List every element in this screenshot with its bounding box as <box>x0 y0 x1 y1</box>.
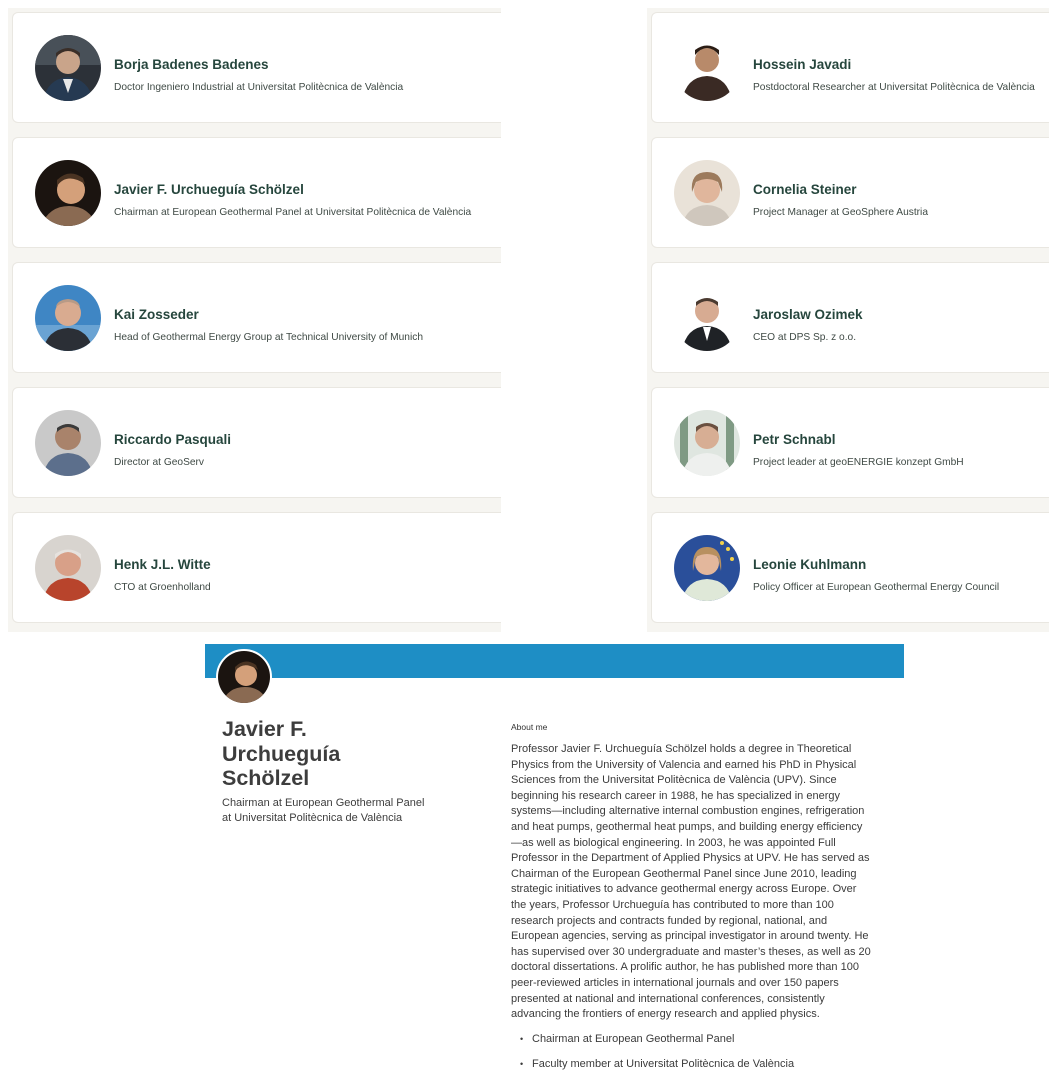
person-photo-icon <box>674 160 740 226</box>
speaker-name[interactable]: Hossein Javadi <box>753 57 851 72</box>
about-text: Professor Javier F. Urchueguía Schölzel … <box>511 742 906 1023</box>
speaker-list-right: Hossein Javadi Postdoctoral Researcher a… <box>647 8 1049 632</box>
speaker-role: Policy Officer at European Geothermal En… <box>753 582 1000 593</box>
about-line: strategic initiatives to advance geother… <box>511 883 857 896</box>
speaker-card[interactable]: Cornelia Steiner Project Manager at GeoS… <box>651 137 1049 248</box>
about-line: presented at national and international … <box>511 992 825 1005</box>
about-line: European agencies, serving as principal … <box>511 930 869 943</box>
affiliation-item: Chairman at European Geothermal Panel <box>520 1033 734 1045</box>
speaker-name[interactable]: Petr Schnabl <box>753 432 836 447</box>
person-photo-icon <box>35 35 101 101</box>
speaker-role: Chairman at European Geothermal Panel at… <box>114 207 472 218</box>
profile-name-line: Urchueguía <box>222 741 341 766</box>
speaker-card[interactable]: Leonie Kuhlmann Policy Officer at Europe… <box>651 512 1049 623</box>
speaker-card[interactable]: Javier F. Urchueguía Schölzel Chairman a… <box>12 137 501 248</box>
profile-header-banner <box>205 644 904 678</box>
speaker-name[interactable]: Henk J.L. Witte <box>114 557 211 572</box>
speaker-card[interactable]: Borja Badenes Badenes Doctor Ingeniero I… <box>12 12 501 123</box>
about-line: and heat pumps, geothermal heat pumps, a… <box>511 820 863 833</box>
about-heading: About me <box>511 722 548 732</box>
speaker-card[interactable]: Kai Zosseder Head of Geothermal Energy G… <box>12 262 501 373</box>
person-photo-icon <box>35 535 101 601</box>
speaker-name[interactable]: Borja Badenes Badenes <box>114 57 269 72</box>
profile-name-line: Javier F. <box>222 717 307 741</box>
speaker-role: CTO at Groenholland <box>114 582 211 593</box>
about-line: Chairman of the European Geothermal Pane… <box>511 867 857 880</box>
about-line: Sciences from the Universitat Politècnic… <box>511 774 837 787</box>
about-line: research projects and contracts funded b… <box>511 914 828 927</box>
speaker-role: Postdoctoral Researcher at Universitat P… <box>753 82 1035 93</box>
about-line: advancing the frontiers of energy resear… <box>511 1008 820 1021</box>
about-line: doctoral dissertations. A prolific autho… <box>511 961 859 974</box>
speaker-card[interactable]: Henk J.L. Witte CTO at Groenholland <box>12 512 501 623</box>
speaker-card[interactable]: Hossein Javadi Postdoctoral Researcher a… <box>651 12 1049 123</box>
speaker-name[interactable]: Javier F. Urchueguía Schölzel <box>114 182 304 197</box>
speaker-name[interactable]: Kai Zosseder <box>114 307 199 322</box>
about-line: Physics from the University of Valencia … <box>511 758 857 771</box>
profile-role: Chairman at European Geothermal Panel at… <box>222 796 452 826</box>
speaker-name[interactable]: Leonie Kuhlmann <box>753 557 866 572</box>
speaker-card[interactable]: Petr Schnabl Project leader at geoENERGI… <box>651 387 1049 498</box>
speaker-name[interactable]: Cornelia Steiner <box>753 182 857 197</box>
speaker-role: Head of Geothermal Energy Group at Techn… <box>114 332 423 343</box>
speaker-role: CEO at DPS Sp. z o.o. <box>753 332 857 343</box>
speaker-role: Project Manager at GeoSphere Austria <box>753 207 928 218</box>
profile-role-line: at Universitat Politècnica de València <box>222 812 403 824</box>
speaker-name[interactable]: Jaroslaw Ozimek <box>753 307 863 322</box>
profile-name-line: Schölzel <box>222 766 310 790</box>
about-line: systems—including alternative internal c… <box>511 805 865 818</box>
speaker-card[interactable]: Jaroslaw Ozimek CEO at DPS Sp. z o.o. <box>651 262 1049 373</box>
speaker-list-left: Borja Badenes Badenes Doctor Ingeniero I… <box>8 8 501 632</box>
person-photo-icon <box>674 410 740 476</box>
speaker-role: Project leader at geoENERGIE konzept Gmb… <box>753 457 964 468</box>
profile-role-line: Chairman at European Geothermal Panel <box>222 797 425 809</box>
about-line: the years, Professor Urchueguía has cont… <box>511 898 834 911</box>
person-photo-icon <box>35 285 101 351</box>
profile-name: Javier F. Urchueguía Schölzel <box>222 717 422 791</box>
about-line: Professor in the Department of Applied P… <box>511 852 870 865</box>
person-photo-icon <box>674 285 740 351</box>
speaker-name[interactable]: Riccardo Pasquali <box>114 432 231 447</box>
person-photo-icon <box>35 410 101 476</box>
about-line: —as well as biological engineering. In 2… <box>511 836 836 849</box>
affiliation-item: Faculty member at Universitat Politècnic… <box>520 1058 794 1070</box>
about-line: Professor Javier F. Urchueguía Schölzel … <box>511 743 852 755</box>
person-photo-icon <box>674 535 740 601</box>
speaker-role: Director at GeoServ <box>114 457 205 468</box>
person-photo-icon <box>35 160 101 226</box>
about-line: has supervised over 30 undergraduate and… <box>511 945 871 958</box>
speaker-role: Doctor Ingeniero Industrial at Universit… <box>114 82 404 93</box>
about-line: beginning his research career in 1988, h… <box>511 789 840 802</box>
about-line: peer-reviewed articles in international … <box>511 976 839 989</box>
person-photo-icon <box>674 35 740 101</box>
speaker-card[interactable]: Riccardo Pasquali Director at GeoServ <box>12 387 501 498</box>
person-photo-icon <box>216 649 272 705</box>
